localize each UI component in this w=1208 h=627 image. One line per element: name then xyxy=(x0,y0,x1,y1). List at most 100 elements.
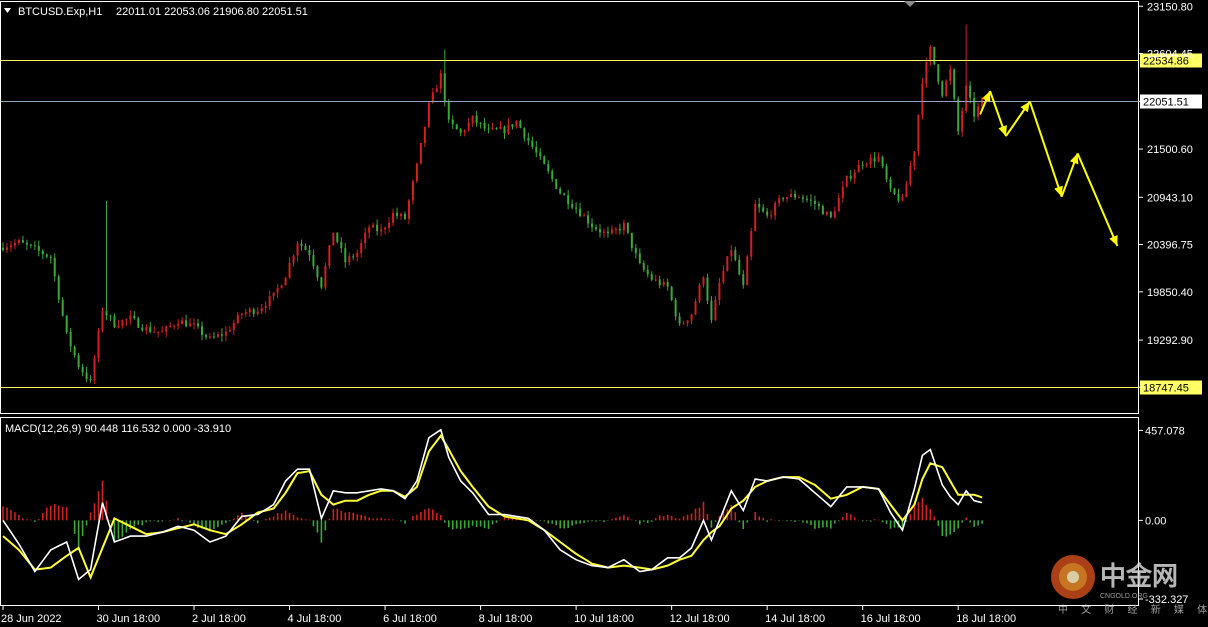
candle-body xyxy=(678,316,681,324)
candle-body xyxy=(403,213,406,219)
candle-body xyxy=(109,315,112,317)
candle-body xyxy=(917,114,920,152)
price-panel[interactable]: 22534.8622051.5118747.45 BTCUSD.Exp,H1 2… xyxy=(0,1,1203,414)
candle-body xyxy=(145,327,148,331)
candle-body xyxy=(925,61,928,84)
time-tick-label: 8 Jul 18:00 xyxy=(479,613,533,625)
candle-body xyxy=(905,183,908,198)
candle-body xyxy=(396,212,399,216)
price-axis[interactable]: 23150.80 22604.45 21500.60 20943.10 20396.75… xyxy=(1139,1,1193,388)
candle-body xyxy=(766,211,769,216)
candle-body xyxy=(220,334,223,336)
candle-body xyxy=(714,299,717,321)
candle-body xyxy=(177,323,180,326)
candle-body xyxy=(133,315,136,319)
time-tick-label: 14 Jul 18:00 xyxy=(765,613,825,625)
candle-body xyxy=(682,323,685,325)
candle-body xyxy=(185,320,188,327)
candle-body xyxy=(117,325,120,328)
candle-body xyxy=(443,73,446,103)
candle-body xyxy=(328,245,331,266)
candle-body xyxy=(224,331,227,336)
candle-body xyxy=(280,285,283,289)
candle-body xyxy=(730,250,733,257)
time-tick-label: 28 Jun 2022 xyxy=(1,613,62,625)
candle-body xyxy=(531,140,534,147)
candle-body xyxy=(479,122,482,124)
macd-label: MACD(12,26,9) 90.448 116.532 0.000 -33.9… xyxy=(5,423,231,435)
candle-body xyxy=(658,279,661,286)
candle-body xyxy=(491,128,494,130)
price-panel-frame xyxy=(0,1,1139,414)
candle-body xyxy=(837,197,840,212)
candle-body xyxy=(439,73,442,89)
candle-body xyxy=(825,211,828,215)
candle-body xyxy=(69,331,72,347)
candle-body xyxy=(965,85,968,111)
candle-body xyxy=(13,243,16,246)
candle-body xyxy=(451,119,454,125)
time-tick-label: 16 Jul 18:00 xyxy=(861,613,921,625)
candle-body xyxy=(89,379,92,381)
candle-body xyxy=(272,292,275,297)
candle-body xyxy=(929,46,932,62)
candle-body xyxy=(268,296,271,306)
time-tick-label: 4 Jul 18:00 xyxy=(288,613,342,625)
candle-body xyxy=(37,246,40,251)
watermark-brand: 中金网 xyxy=(1100,561,1178,592)
ohlc-label: 22011.01 22053.06 21906.80 22051.51 xyxy=(116,6,308,18)
candle-body xyxy=(889,179,892,189)
candle-body xyxy=(809,199,812,201)
candle-body xyxy=(392,212,395,223)
candle-body xyxy=(758,203,761,208)
candle-body xyxy=(945,80,948,96)
candle-body xyxy=(798,197,800,199)
candle-body xyxy=(857,164,860,173)
candle-body xyxy=(937,64,940,82)
candle-body xyxy=(113,316,116,328)
candle-body xyxy=(630,232,633,248)
candle-body xyxy=(407,200,410,219)
candle-body xyxy=(881,156,884,167)
candle-body xyxy=(348,256,351,263)
candle-body xyxy=(778,198,781,203)
candle-body xyxy=(686,320,689,324)
candle-body xyxy=(459,129,462,133)
candle-body xyxy=(17,240,20,244)
candle-body xyxy=(575,207,578,209)
candle-body xyxy=(161,331,164,333)
macd-tick-label: 0.00 xyxy=(1145,515,1166,527)
candle-body xyxy=(579,208,582,217)
price-tick-label: 23150.80 xyxy=(1147,1,1193,13)
candle-body xyxy=(380,229,383,232)
candle-body xyxy=(208,336,211,338)
candle-body xyxy=(507,124,510,134)
macd-panel[interactable]: MACD(12,26,9) 90.448 116.532 0.000 -33.9… xyxy=(0,417,1139,606)
candle-body xyxy=(583,215,586,217)
candle-body xyxy=(93,358,96,380)
candle-body xyxy=(981,98,984,107)
candle-body xyxy=(25,242,28,245)
candle-body xyxy=(662,281,665,286)
candle-body xyxy=(308,249,311,256)
candle-body xyxy=(368,227,371,233)
candle-body xyxy=(475,115,478,123)
candle-body xyxy=(300,243,303,247)
chart-canvas[interactable]: 22534.8622051.5118747.45 BTCUSD.Exp,H1 2… xyxy=(0,0,1208,627)
candle-body xyxy=(694,301,697,315)
candle-body xyxy=(57,276,60,300)
time-axis[interactable]: 28 Jun 2022 30 Jun 18:00 2 Jul 18:00 4 Jul … xyxy=(1,606,1016,625)
candle-body xyxy=(642,263,645,270)
candle-body xyxy=(614,228,617,230)
candle-body xyxy=(197,323,200,327)
candle-body xyxy=(949,69,952,81)
candle-body xyxy=(849,175,852,179)
price-tick-label: 22604.45 xyxy=(1147,49,1193,61)
candle-body xyxy=(276,288,279,293)
candle-body xyxy=(77,355,80,368)
candle-body xyxy=(344,248,347,263)
candle-body xyxy=(599,229,601,233)
candle-body xyxy=(865,164,868,166)
candle-body xyxy=(244,312,247,314)
candle-body xyxy=(312,255,315,267)
